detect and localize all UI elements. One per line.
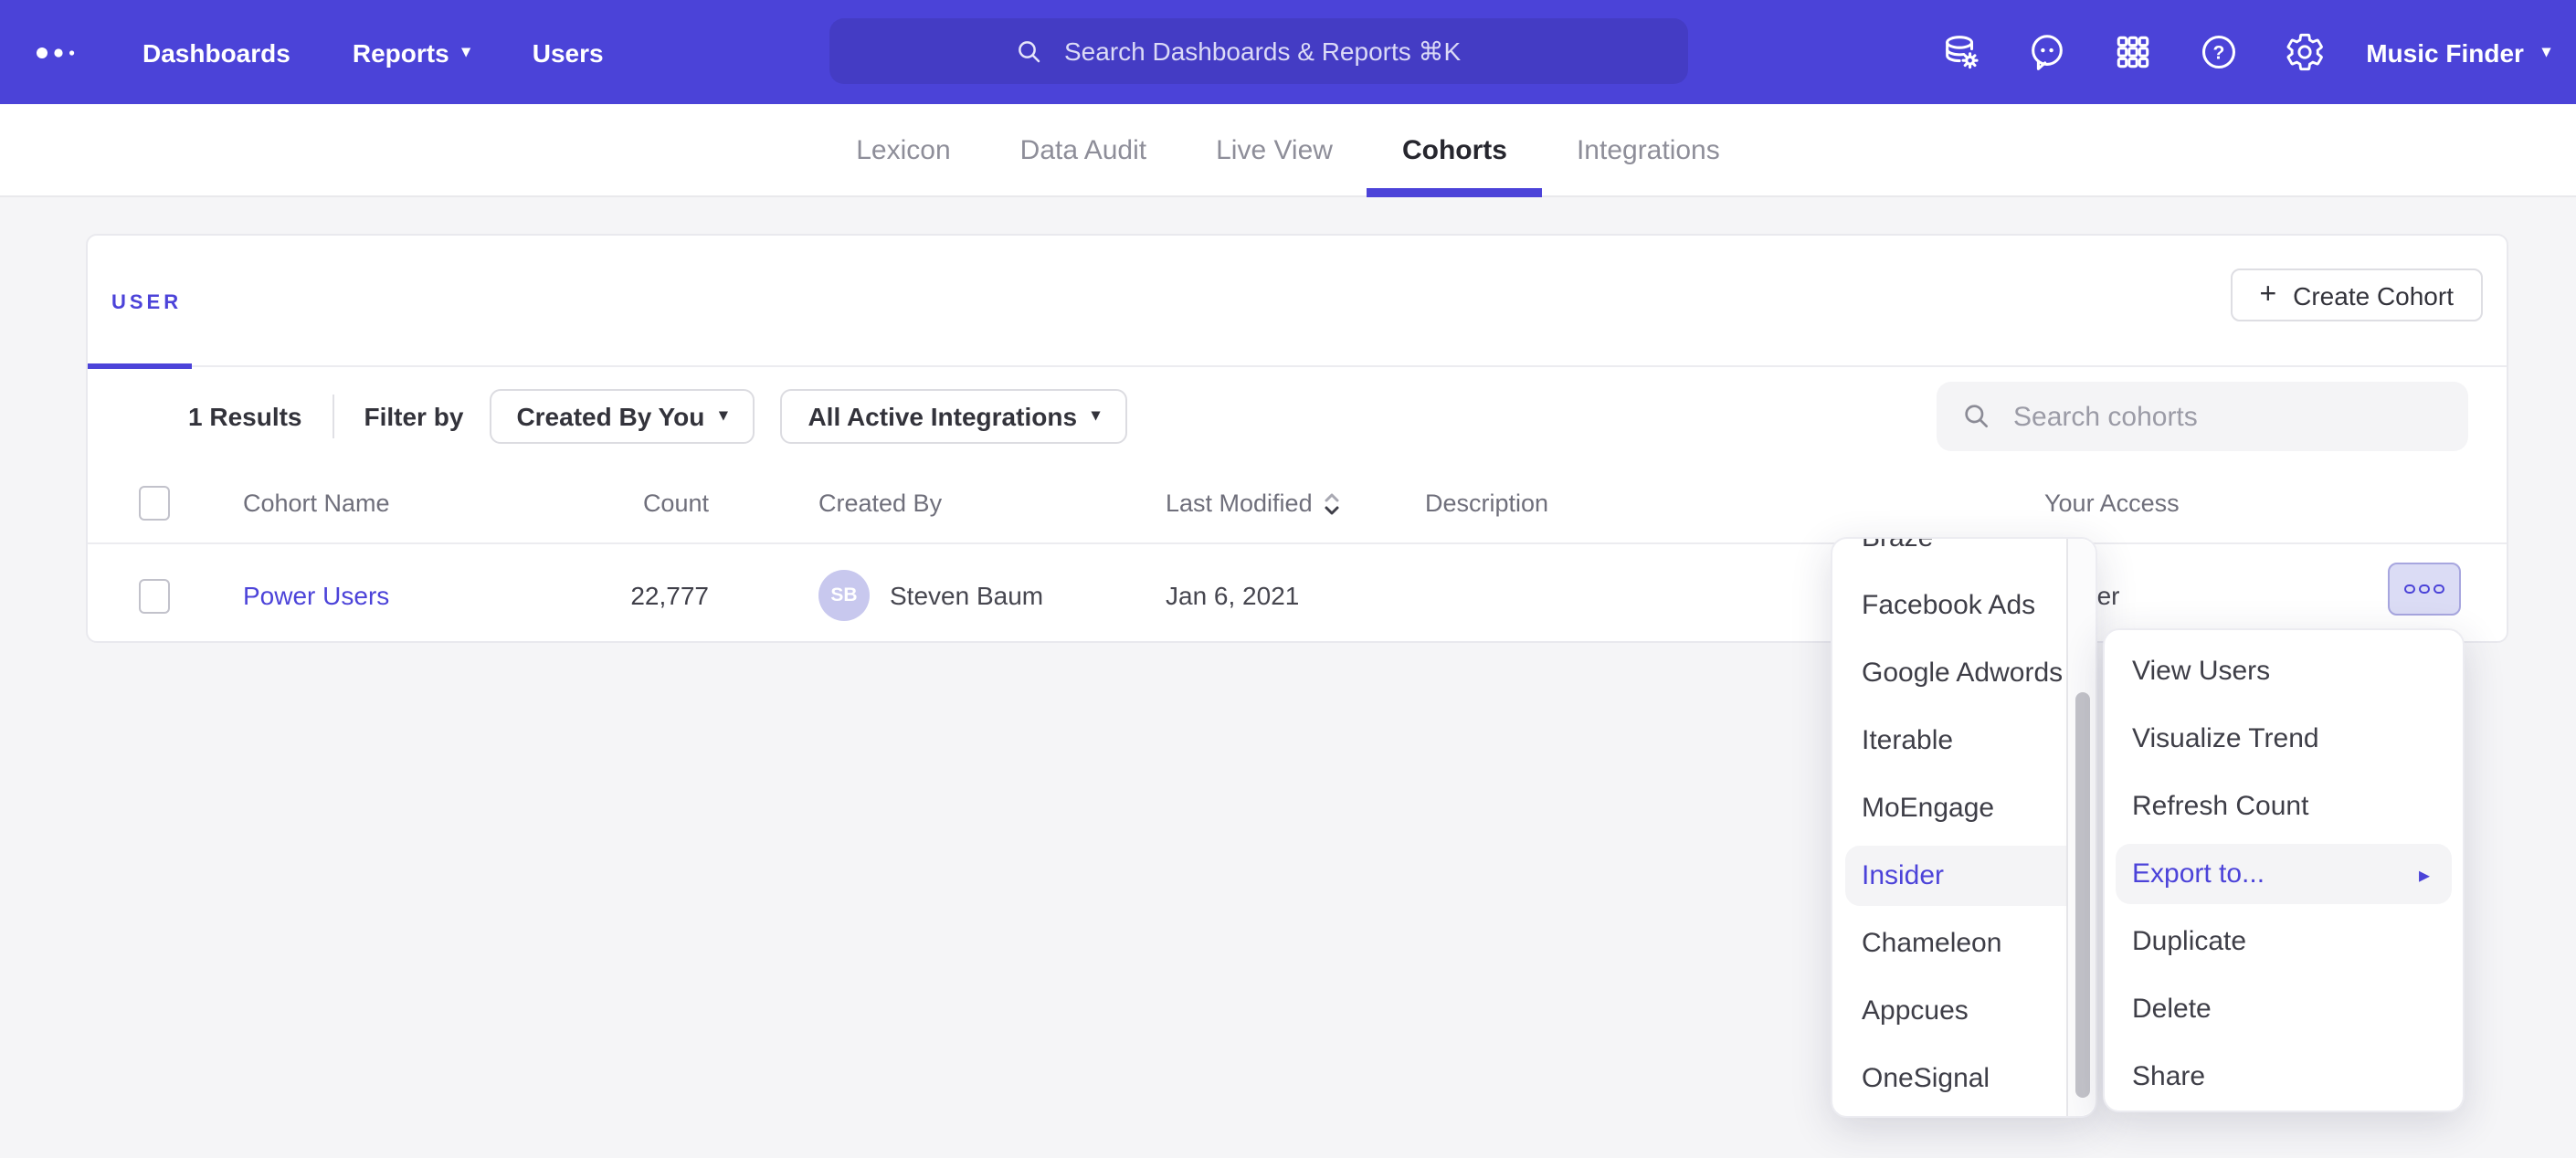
created-by-cell: SB Steven Baum <box>818 570 1166 621</box>
data-management-icon[interactable] <box>1940 31 1982 73</box>
submenu-scrollbar-thumb[interactable] <box>2075 692 2090 1098</box>
menu-item-view-users[interactable]: View Users <box>2105 637 2463 705</box>
export-destination-list: Braze Facebook Ads Google Adwords Iterab… <box>1832 537 2096 1112</box>
create-cohort-button[interactable]: + Create Cohort <box>2230 268 2483 321</box>
col-description: Description <box>1425 490 2044 517</box>
submenu-item-chameleon[interactable]: Chameleon <box>1832 910 2096 977</box>
search-icon <box>1962 402 1991 431</box>
chevron-down-icon: ▾ <box>462 44 470 60</box>
submenu-item-onesignal[interactable]: OneSignal <box>1832 1045 2096 1112</box>
submenu-item-iterable[interactable]: Iterable <box>1832 707 2096 774</box>
section-tabs: Lexicon Data Audit Live View Cohorts Int… <box>0 104 2576 197</box>
col-last-modified[interactable]: Last Modified <box>1166 489 1425 518</box>
chevron-down-icon: ▾ <box>1092 407 1100 424</box>
submenu-arrow-icon: ▸ <box>2419 863 2430 885</box>
brand-logo-icon[interactable] <box>37 45 77 59</box>
filter-by-label: Filter by <box>364 401 464 430</box>
submenu-item-appcues[interactable]: Appcues <box>1832 977 2096 1045</box>
avatar: SB <box>818 570 870 621</box>
help-icon[interactable]: ? <box>2198 31 2240 73</box>
tab-data-audit[interactable]: Data Audit <box>986 104 1181 195</box>
cohort-search-input[interactable] <box>2010 399 2382 434</box>
nav-item-dashboards[interactable]: Dashboards <box>143 37 290 67</box>
row-context-menu: View Users Visualize Trend Refresh Count… <box>2103 628 2465 1112</box>
cohort-search-bar[interactable] <box>1937 382 2468 451</box>
row-more-actions-button[interactable] <box>2388 563 2461 616</box>
last-modified-cell: Jan 6, 2021 <box>1166 581 1425 610</box>
nav-item-dashboards-label: Dashboards <box>143 37 290 67</box>
cohort-name-link[interactable]: Power Users <box>243 581 389 610</box>
export-destination-submenu: Braze Facebook Ads Google Adwords Iterab… <box>1831 537 2097 1118</box>
tab-lexicon-label: Lexicon <box>856 134 950 165</box>
nav-item-users[interactable]: Users <box>533 37 604 67</box>
select-all-checkbox[interactable] <box>139 486 170 521</box>
search-icon <box>1015 37 1042 65</box>
active-tab-underline <box>1367 188 1542 197</box>
col-created-by: Created By <box>818 490 1166 517</box>
global-search-input[interactable] <box>1061 35 1503 68</box>
top-nav: Dashboards Reports ▾ Users <box>0 0 2576 104</box>
tab-live-view-label: Live View <box>1216 134 1333 165</box>
table-header: Cohort Name Count Created By Last Modifi… <box>88 464 2507 544</box>
tab-user-cohorts[interactable]: USER <box>111 292 182 314</box>
project-switcher[interactable]: Music Finder ▾ <box>2366 37 2550 67</box>
menu-item-share[interactable]: Share <box>2105 1043 2463 1111</box>
tab-lexicon[interactable]: Lexicon <box>821 104 985 195</box>
project-name: Music Finder <box>2366 37 2524 67</box>
apps-grid-icon[interactable] <box>2112 31 2154 73</box>
app-root: Dashboards Reports ▾ Users <box>0 0 2576 1158</box>
chevron-down-icon: ▾ <box>2542 44 2550 60</box>
sort-icon[interactable] <box>1324 489 1342 518</box>
nav-item-users-label: Users <box>533 37 604 67</box>
menu-item-export-to[interactable]: Export to... ▸ <box>2116 844 2452 904</box>
submenu-scrollbar-track[interactable] <box>2066 539 2096 1116</box>
ellipsis-icon <box>2420 584 2430 595</box>
create-cohort-label: Create Cohort <box>2293 280 2454 310</box>
tab-integrations[interactable]: Integrations <box>1542 104 1755 195</box>
menu-item-delete[interactable]: Delete <box>2105 975 2463 1043</box>
created-by-filter-label: Created By You <box>516 401 704 430</box>
submenu-item-facebook-ads[interactable]: Facebook Ads <box>1832 572 2096 639</box>
menu-item-visualize-trend[interactable]: Visualize Trend <box>2105 705 2463 773</box>
divider <box>333 394 335 437</box>
nav-item-reports[interactable]: Reports ▾ <box>353 37 470 67</box>
menu-item-refresh-count[interactable]: Refresh Count <box>2105 773 2463 840</box>
integrations-filter-label: All Active Integrations <box>808 401 1077 430</box>
tab-cohorts[interactable]: Cohorts <box>1367 104 1542 195</box>
row-checkbox[interactable] <box>139 578 170 613</box>
nav-right-controls: ? Music Finder ▾ <box>1896 0 2550 104</box>
col-cohort-name: Cohort Name <box>243 490 636 517</box>
chevron-down-icon: ▾ <box>719 407 727 424</box>
submenu-item-google-adwords[interactable]: Google Adwords <box>1832 639 2096 707</box>
menu-item-duplicate[interactable]: Duplicate <box>2105 908 2463 975</box>
plus-icon: + <box>2259 280 2276 310</box>
cohorts-card: USER + Create Cohort 1 Results Filter by… <box>86 234 2508 643</box>
integrations-filter[interactable]: All Active Integrations ▾ <box>780 388 1127 443</box>
results-count: 1 Results <box>188 401 302 430</box>
nav-links: Dashboards Reports ▾ Users <box>143 37 604 67</box>
tab-live-view[interactable]: Live View <box>1181 104 1367 195</box>
cohort-count: 22,777 <box>636 581 731 610</box>
created-by-filter[interactable]: Created By You ▾ <box>489 388 755 443</box>
svg-text:?: ? <box>2213 43 2225 64</box>
tab-integrations-label: Integrations <box>1577 134 1720 165</box>
filter-row: 1 Results Filter by Created By You ▾ All… <box>88 367 2507 464</box>
ellipsis-icon <box>2405 584 2415 595</box>
col-your-access: Your Access <box>2044 490 2507 517</box>
global-search-bar[interactable] <box>829 18 1688 84</box>
tab-cohorts-label: Cohorts <box>1402 134 1507 165</box>
ellipsis-icon <box>2434 584 2444 595</box>
feedback-icon[interactable] <box>2026 31 2068 73</box>
col-count: Count <box>636 490 731 517</box>
nav-item-reports-label: Reports <box>353 37 449 67</box>
submenu-item-braze[interactable]: Braze <box>1832 537 2096 572</box>
settings-gear-icon[interactable] <box>2284 31 2326 73</box>
created-by-name: Steven Baum <box>890 581 1043 610</box>
cohort-type-header: USER + Create Cohort <box>88 236 2507 367</box>
submenu-item-insider[interactable]: Insider <box>1845 846 2083 906</box>
tab-data-audit-label: Data Audit <box>1020 134 1146 165</box>
submenu-item-moengage[interactable]: MoEngage <box>1832 774 2096 842</box>
